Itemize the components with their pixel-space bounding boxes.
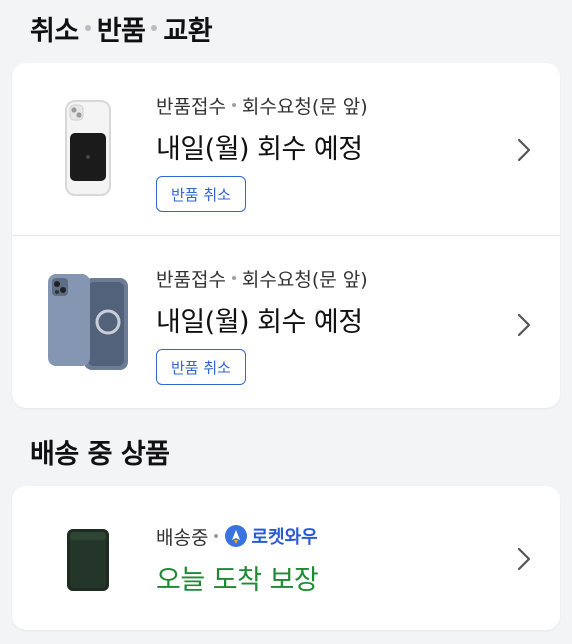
pickup-request-label: 회수요청(문 앞) [241,95,368,118]
pickup-schedule-text: 내일(월) 회수 예정 [156,134,363,165]
return-list-card: 반품접수 회수요청(문 앞) 내일(월) 회수 예정 반품 취소 반품접수 회수… [12,63,560,408]
rocket-wow-label: 로켓와우 [251,527,318,548]
separator-dot [84,25,91,31]
separator-dot [231,276,236,280]
section-title-part: 취소 [30,15,79,47]
section-title-cancel-return: 취소 반품 교환 [30,10,213,47]
return-status-label: 반품접수 [156,268,226,291]
chevron-right-icon[interactable] [516,312,532,338]
clear-phone-case-with-black-wallet-icon [40,97,136,201]
chevron-right-icon[interactable] [516,546,532,572]
return-item-row[interactable]: 반품접수 회수요청(문 앞) 내일(월) 회수 예정 반품 취소 [12,235,560,408]
section-title-part: 반품 [96,15,146,47]
delivery-guarantee-text: 오늘 도착 보장 [156,565,319,596]
dark-green-card-wallet-icon [40,522,136,598]
return-item-row[interactable]: 반품접수 회수요청(문 앞) 내일(월) 회수 예정 반품 취소 [12,63,560,235]
shipping-card: 배송중 로켓와우 오늘 도착 보장 [12,486,560,630]
rocket-icon [225,525,248,547]
section-title-shipping: 배송 중 상품 [30,438,170,470]
chevron-right-icon[interactable] [516,137,532,163]
shipping-item-info: 배송중 로켓와우 오늘 도착 보장 [156,524,500,597]
pickup-schedule-text: 내일(월) 회수 예정 [156,307,363,338]
return-status-label: 반품접수 [156,95,226,118]
shipping-status-label: 배송중 [156,526,209,549]
return-status-line: 반품접수 회수요청(문 앞) [156,266,500,291]
return-status-line: 반품접수 회수요청(문 앞) [156,93,500,118]
separator-dot [151,25,158,31]
shipping-item-row[interactable]: 배송중 로켓와우 오늘 도착 보장 [12,486,560,630]
cancel-return-button[interactable]: 반품 취소 [156,349,246,385]
cancel-return-button[interactable]: 반품 취소 [156,176,246,212]
shipping-status-line: 배송중 로켓와우 [156,523,500,549]
separator-dot [231,103,236,107]
blue-gray-phone-case-icon [40,270,136,374]
return-item-info: 반품접수 회수요청(문 앞) 내일(월) 회수 예정 반품 취소 [156,93,500,212]
pickup-request-label: 회수요청(문 앞) [241,268,368,291]
section-title-part: 교환 [163,15,213,47]
rocket-wow-badge: 로켓와우 [224,523,318,549]
separator-dot [214,534,219,538]
return-item-info: 반품접수 회수요청(문 앞) 내일(월) 회수 예정 반품 취소 [156,266,500,385]
